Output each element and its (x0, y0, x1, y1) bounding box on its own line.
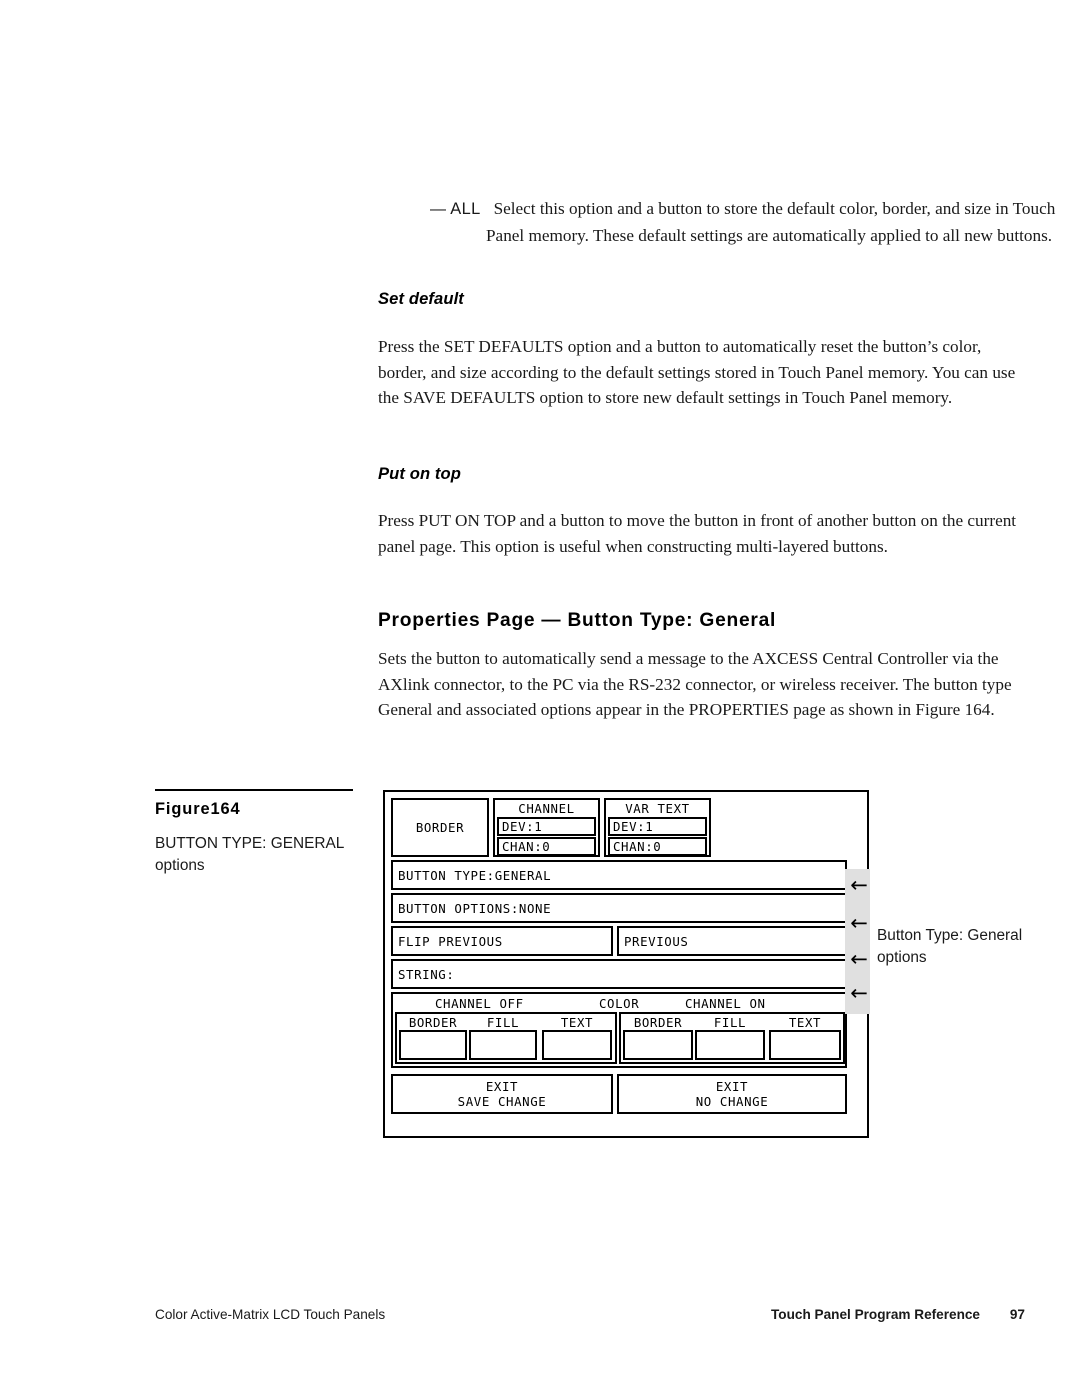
channel-group-title: CHANNEL (518, 801, 575, 816)
channel-on-border-swatch[interactable] (623, 1030, 693, 1060)
figure-caption-block: Figure164 BUTTON TYPE: GENERAL options (155, 789, 353, 877)
channel-off-fill-cell[interactable]: FILL (469, 1015, 537, 1060)
all-option-keyword: ALL (450, 200, 481, 218)
set-default-heading: Set default (378, 289, 464, 308)
channel-off-swatches: BORDER FILL TEXT (395, 1012, 617, 1064)
channel-on-swatches: BORDER FILL TEXT (619, 1012, 845, 1064)
channel-off-label: CHANNEL OFF (435, 996, 524, 1011)
var-text-group: VAR TEXT DEV:1 CHAN:0 (604, 798, 711, 857)
callout-annotation: Button Type: General options (877, 925, 1027, 969)
all-option-paragraph: — ALL Select this option and a button to… (430, 196, 1078, 248)
channel-on-fill-cell[interactable]: FILL (695, 1015, 765, 1060)
footer-page-number: 97 (1009, 1307, 1025, 1322)
channel-off-border-cell[interactable]: BORDER (399, 1015, 467, 1060)
color-section: CHANNEL OFF COLOR CHANNEL ON BORDER FILL… (391, 992, 847, 1068)
previous-button[interactable]: PREVIOUS (617, 926, 847, 956)
put-on-top-heading: Put on top (378, 464, 462, 483)
channel-on-fill-swatch[interactable] (695, 1030, 765, 1060)
channel-chan-field[interactable]: CHAN:0 (497, 837, 596, 856)
channel-off-text-cell[interactable]: TEXT (542, 1015, 612, 1060)
callout-annotation-line2: options (877, 949, 927, 966)
border-button[interactable]: BORDER (391, 798, 489, 857)
caption-rule (155, 789, 353, 791)
left-arrow-icon: ← (850, 911, 868, 935)
channel-on-fill-label: FILL (713, 1015, 747, 1030)
channel-off-border-label: BORDER (408, 1015, 458, 1030)
color-section-header: CHANNEL OFF COLOR CHANNEL ON (395, 996, 843, 1012)
var-text-dev-field[interactable]: DEV:1 (608, 817, 707, 836)
channel-on-text-swatch[interactable] (769, 1030, 841, 1060)
button-options-row[interactable]: BUTTON OPTIONS:NONE (391, 893, 847, 923)
flip-previous-button[interactable]: FLIP PREVIOUS (391, 926, 613, 956)
touch-panel-properties-page: BORDER CHANNEL DEV:1 CHAN:0 VAR TEXT DEV… (383, 790, 869, 1138)
figure-description-line2: options (155, 857, 205, 874)
exit-save-change-button[interactable]: EXIT SAVE CHANGE (391, 1074, 613, 1114)
channel-dev-value: DEV:1 (502, 819, 543, 834)
channel-on-text-label: TEXT (788, 1015, 822, 1030)
channel-off-fill-label: FILL (486, 1015, 520, 1030)
button-type-row[interactable]: BUTTON TYPE:GENERAL (391, 860, 847, 890)
channel-group: CHANNEL DEV:1 CHAN:0 (493, 798, 600, 857)
set-default-paragraph: Press the SET DEFAULTS option and a butt… (378, 337, 1016, 408)
properties-page-heading: Properties Page — Button Type: General (378, 610, 777, 631)
figure-number: Figure164 (155, 800, 241, 818)
em-dash-icon: — (430, 201, 446, 218)
callout-annotation-line1: Button Type: General (877, 927, 1023, 944)
properties-page-paragraph: Sets the button to automatically send a … (378, 649, 1012, 720)
channel-off-text-swatch[interactable] (542, 1030, 612, 1060)
footer-right-text: Touch Panel Program Reference (770, 1307, 980, 1322)
channel-on-border-cell[interactable]: BORDER (623, 1015, 693, 1060)
channel-chan-value: CHAN:0 (502, 839, 551, 854)
put-on-top-paragraph: Press PUT ON TOP and a button to move th… (378, 511, 1017, 556)
channel-off-fill-swatch[interactable] (469, 1030, 537, 1060)
footer-left-text: Color Active-Matrix LCD Touch Panels (155, 1307, 386, 1322)
exit-no-change-button[interactable]: EXIT NO CHANGE (617, 1074, 847, 1114)
exit-save-change-label: EXIT SAVE CHANGE (457, 1079, 547, 1109)
button-options-label: BUTTON OPTIONS:NONE (398, 900, 552, 916)
left-arrow-icon: ← (850, 873, 868, 897)
channel-off-text-label: TEXT (560, 1015, 594, 1030)
all-option-text: Select this option and a button to store… (486, 199, 1056, 245)
figure-description-line1: BUTTON TYPE: GENERAL (155, 835, 345, 852)
channel-on-text-cell[interactable]: TEXT (769, 1015, 841, 1060)
var-text-group-title: VAR TEXT (625, 801, 690, 816)
left-arrow-icon: ← (850, 981, 868, 1005)
channel-dev-field[interactable]: DEV:1 (497, 817, 596, 836)
channel-on-border-label: BORDER (633, 1015, 683, 1030)
color-label: COLOR (599, 996, 640, 1011)
var-text-chan-field[interactable]: CHAN:0 (608, 837, 707, 856)
channel-on-label: CHANNEL ON (685, 996, 766, 1011)
exit-no-change-label: EXIT NO CHANGE (695, 1079, 769, 1109)
left-arrow-icon: ← (850, 947, 868, 971)
var-text-chan-value: CHAN:0 (613, 839, 662, 854)
figure-description: BUTTON TYPE: GENERAL options (155, 833, 353, 877)
flip-previous-label: FLIP PREVIOUS (398, 933, 503, 949)
var-text-dev-value: DEV:1 (613, 819, 654, 834)
border-button-label: BORDER (415, 820, 465, 835)
previous-label: PREVIOUS (624, 933, 689, 949)
channel-off-border-swatch[interactable] (399, 1030, 467, 1060)
string-row[interactable]: STRING: (391, 959, 847, 989)
string-label: STRING: (398, 966, 455, 982)
button-type-label: BUTTON TYPE:GENERAL (398, 867, 552, 883)
